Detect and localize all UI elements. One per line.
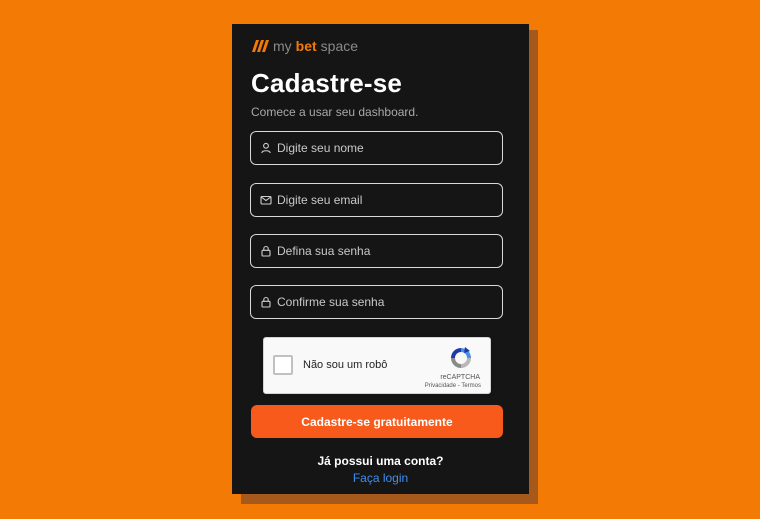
recaptcha-brand: reCAPTCHA bbox=[440, 374, 480, 381]
signup-button[interactable]: Cadastre-se gratuitamente bbox=[251, 405, 503, 438]
name-input[interactable] bbox=[277, 141, 487, 155]
signup-card: my bet space Cadastre-se Comece a usar s… bbox=[232, 24, 529, 494]
brand-space: space bbox=[320, 38, 359, 54]
lock-icon bbox=[261, 296, 271, 308]
confirm-password-field[interactable] bbox=[250, 285, 503, 319]
recaptcha-privacy-link[interactable]: Privacidade bbox=[425, 383, 456, 389]
login-link[interactable]: Faça login bbox=[353, 471, 408, 485]
brand-bet: bet bbox=[295, 38, 317, 54]
logo-mark-icon bbox=[252, 40, 269, 52]
email-input[interactable] bbox=[277, 193, 487, 207]
have-account-text: Já possui uma conta? bbox=[317, 454, 444, 468]
mail-icon bbox=[260, 195, 272, 205]
password-input[interactable] bbox=[277, 244, 487, 258]
user-icon bbox=[261, 142, 271, 154]
recaptcha-widget: Não sou um robô reCAPTCHA Privacidade - … bbox=[263, 337, 491, 394]
recaptcha-label: Não sou um robô bbox=[303, 359, 388, 371]
recaptcha-checkbox[interactable] bbox=[273, 355, 293, 375]
recaptcha-terms-link[interactable]: Termos bbox=[461, 383, 481, 389]
recaptcha-links: Privacidade - Termos bbox=[425, 383, 481, 389]
login-row: Faça login bbox=[232, 471, 529, 485]
brand-logo: my bet space bbox=[251, 37, 358, 55]
confirm-password-input[interactable] bbox=[277, 295, 487, 309]
name-field[interactable] bbox=[250, 131, 503, 165]
brand-my: my bbox=[273, 38, 292, 54]
page-subtitle: Comece a usar seu dashboard. bbox=[251, 105, 419, 119]
recaptcha-icon bbox=[451, 347, 471, 368]
page-title: Cadastre-se bbox=[251, 68, 403, 98]
password-field[interactable] bbox=[250, 234, 503, 268]
email-field[interactable] bbox=[250, 183, 503, 217]
lock-icon bbox=[261, 245, 271, 257]
